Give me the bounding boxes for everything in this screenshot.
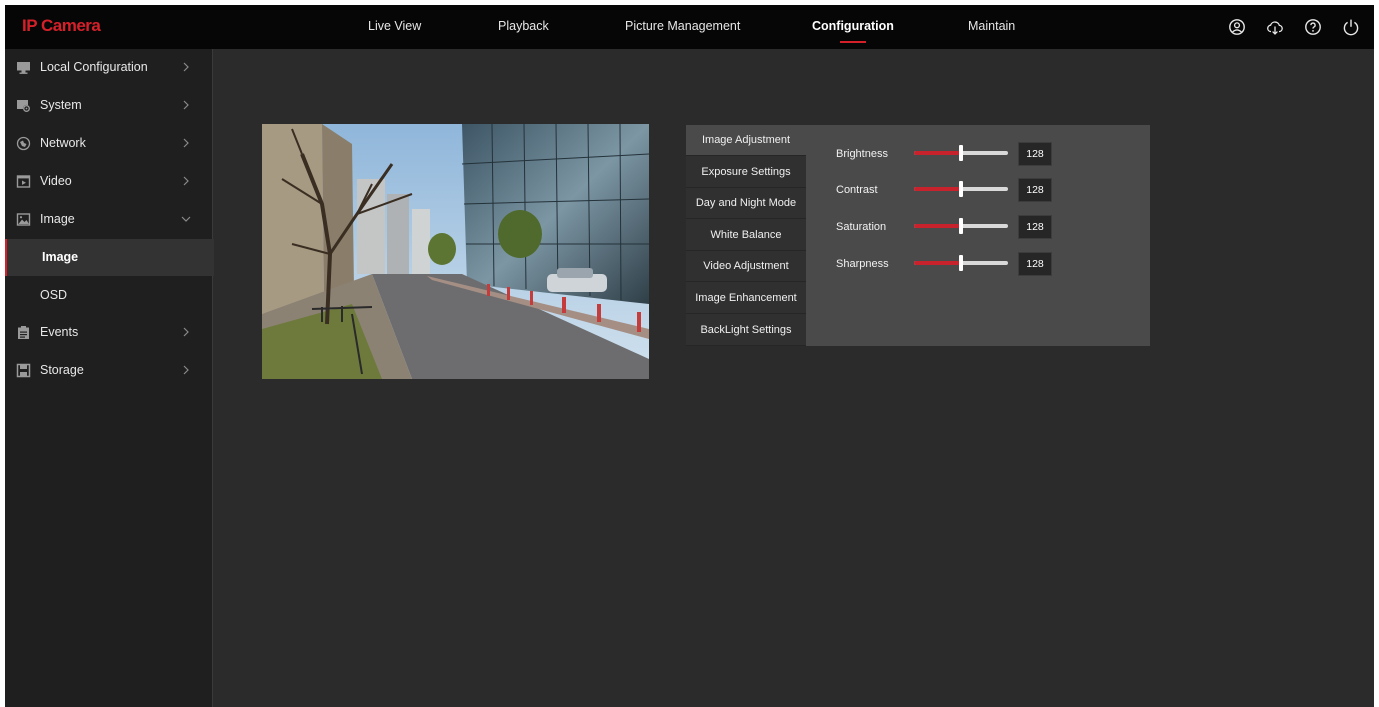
chevron-right-icon: [181, 176, 191, 186]
network-icon: [16, 136, 31, 151]
sidebar-item-label: Events: [40, 325, 79, 339]
power-icon[interactable]: [1342, 18, 1360, 36]
slider-thumb[interactable]: [959, 218, 963, 234]
slider-fill: [914, 261, 961, 265]
sidebar-subitem-osd[interactable]: OSD: [5, 277, 212, 314]
storage-icon: [16, 363, 31, 378]
tab-image-enhancement[interactable]: Image Enhancement: [686, 283, 806, 314]
sidebar-item-network[interactable]: Network: [5, 125, 212, 162]
top-navigation-bar: IP Camera Live View Playback Picture Man…: [5, 5, 1374, 49]
app-window: IP Camera Live View Playback Picture Man…: [5, 5, 1374, 707]
system-icon: [16, 98, 31, 113]
cloud-download-icon[interactable]: [1266, 18, 1284, 36]
sidebar-item-label: Image: [40, 212, 75, 226]
saturation-slider[interactable]: [914, 218, 1008, 234]
sidebar-subitem-image[interactable]: Image: [5, 239, 214, 276]
image-icon: [16, 212, 31, 227]
sidebar-item-local-configuration[interactable]: Local Configuration: [5, 49, 212, 86]
sidebar-item-label: Video: [40, 174, 72, 188]
sharpness-slider[interactable]: [914, 255, 1008, 271]
tab-backlight-settings[interactable]: BackLight Settings: [686, 315, 806, 346]
sidebar-item-storage[interactable]: Storage: [5, 352, 212, 389]
slider-fill: [914, 187, 961, 191]
saturation-label: Saturation: [836, 221, 887, 233]
chevron-right-icon: [181, 365, 191, 375]
user-icon[interactable]: [1228, 18, 1246, 36]
chevron-right-icon: [181, 327, 191, 337]
slider-thumb[interactable]: [959, 181, 963, 197]
contrast-value-input[interactable]: 128: [1018, 178, 1052, 202]
chevron-right-icon: [181, 100, 191, 110]
camera-preview-image: [262, 124, 649, 379]
slider-thumb[interactable]: [959, 145, 963, 161]
sidebar-subitem-label: Image: [42, 250, 79, 264]
slider-fill: [914, 224, 961, 228]
tab-exposure-settings[interactable]: Exposure Settings: [686, 157, 806, 188]
nav-live-view[interactable]: Live View: [368, 5, 421, 49]
chevron-down-icon: [181, 214, 191, 224]
app-logo: IP Camera: [22, 16, 101, 35]
chevron-right-icon: [181, 62, 191, 72]
video-icon: [16, 174, 31, 189]
saturation-value-input[interactable]: 128: [1018, 215, 1052, 239]
nav-playback[interactable]: Playback: [498, 5, 549, 49]
sidebar-item-label: Storage: [40, 363, 84, 377]
events-icon: [16, 325, 31, 340]
slider-thumb[interactable]: [959, 255, 963, 271]
sidebar-item-label: Local Configuration: [40, 60, 148, 74]
active-nav-indicator: [839, 41, 866, 43]
image-settings-panel: Image Adjustment Exposure Settings Day a…: [686, 125, 1150, 346]
help-icon[interactable]: [1304, 18, 1322, 36]
settings-tab-list: Image Adjustment Exposure Settings Day a…: [686, 125, 806, 346]
tab-white-balance[interactable]: White Balance: [686, 220, 806, 251]
sharpness-label: Sharpness: [836, 258, 889, 270]
sharpness-value-input[interactable]: 128: [1018, 252, 1052, 276]
sidebar-item-label: Network: [40, 136, 86, 150]
tab-image-adjustment[interactable]: Image Adjustment: [686, 125, 806, 156]
brightness-value-input[interactable]: 128: [1018, 142, 1052, 166]
contrast-slider[interactable]: [914, 181, 1008, 197]
sidebar-item-video[interactable]: Video: [5, 163, 212, 200]
sidebar-item-label: System: [40, 98, 82, 112]
sidebar-item-system[interactable]: System: [5, 87, 212, 124]
tab-day-and-night-mode[interactable]: Day and Night Mode: [686, 188, 806, 219]
contrast-label: Contrast: [836, 184, 878, 196]
slider-fill: [914, 151, 961, 155]
chevron-right-icon: [181, 138, 191, 148]
sidebar-item-image[interactable]: Image: [5, 201, 212, 238]
sidebar: Local Configuration System Network Video: [5, 49, 214, 707]
nav-configuration-label: Configuration: [812, 19, 894, 33]
tab-video-adjustment[interactable]: Video Adjustment: [686, 251, 806, 282]
nav-maintain[interactable]: Maintain: [968, 5, 1015, 49]
nav-configuration[interactable]: Configuration: [812, 5, 894, 49]
brightness-slider[interactable]: [914, 145, 1008, 161]
nav-picture-management[interactable]: Picture Management: [625, 5, 740, 49]
monitor-icon: [16, 60, 31, 75]
sidebar-subitem-label: OSD: [40, 288, 68, 302]
sidebar-item-events[interactable]: Events: [5, 314, 212, 351]
brightness-label: Brightness: [836, 148, 888, 160]
